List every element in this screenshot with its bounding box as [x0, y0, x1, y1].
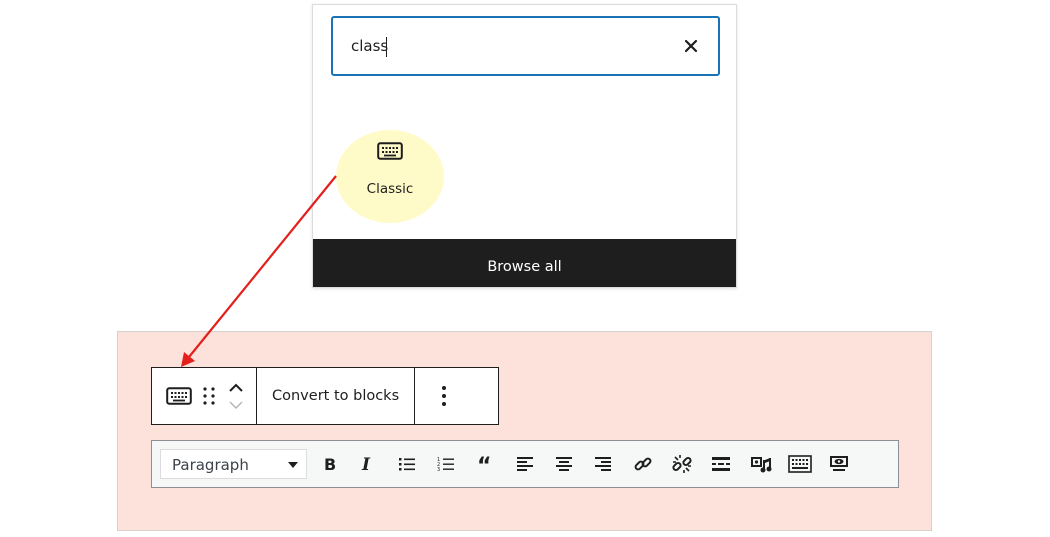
- block-type-button[interactable]: [166, 387, 192, 405]
- link-icon: [634, 457, 652, 471]
- block-options-button[interactable]: [441, 385, 447, 407]
- align-right-icon: [595, 457, 611, 471]
- italic-icon: I: [361, 455, 371, 473]
- move-up-button[interactable]: [228, 382, 244, 394]
- keyboard-icon: [166, 387, 192, 405]
- align-right-button[interactable]: [590, 451, 616, 477]
- block-item-classic[interactable]: Classic: [346, 130, 434, 223]
- block-movers: [226, 368, 246, 424]
- chevron-down-icon: [229, 401, 243, 409]
- align-center-icon: [556, 457, 572, 471]
- block-toolbar: Convert to blocks: [151, 367, 499, 425]
- align-center-button[interactable]: [551, 451, 577, 477]
- add-media-icon: [751, 457, 772, 473]
- bold-icon: B: [324, 455, 336, 473]
- block-switcher-group: [152, 368, 257, 424]
- close-icon: [684, 39, 698, 53]
- svg-text:3: 3: [437, 467, 440, 472]
- toolbar-toggle-button[interactable]: [787, 451, 813, 477]
- format-select[interactable]: Paragraph: [160, 449, 307, 479]
- bulleted-list-button[interactable]: [394, 451, 420, 477]
- blockquote-button[interactable]: “: [473, 451, 499, 477]
- format-select-value: Paragraph: [172, 456, 249, 474]
- classic-editor-toolbar: Paragraph B I 1 2 3 “: [151, 440, 899, 488]
- svg-text:“: “: [477, 456, 491, 472]
- svg-text:B: B: [324, 455, 336, 473]
- search-input[interactable]: [351, 34, 651, 58]
- quote-icon: “: [477, 456, 491, 472]
- read-more-icon: [712, 457, 730, 471]
- more-vertical-icon: [442, 386, 447, 406]
- keyboard-icon: [377, 142, 403, 165]
- chevron-up-icon: [229, 383, 243, 392]
- numbered-list-icon: 1 2 3: [437, 457, 454, 472]
- numbered-list-button[interactable]: 1 2 3: [433, 451, 459, 477]
- search-field[interactable]: [331, 16, 720, 76]
- preview-button[interactable]: [826, 451, 852, 477]
- bold-button[interactable]: B: [317, 451, 343, 477]
- options-group: [415, 368, 473, 424]
- convert-to-blocks-button[interactable]: Convert to blocks: [257, 388, 414, 404]
- text-caret: [386, 37, 387, 57]
- drag-handle-icon: [203, 387, 215, 405]
- remove-link-button[interactable]: [669, 451, 695, 477]
- drag-handle[interactable]: [202, 386, 216, 406]
- bulleted-list-icon: [399, 458, 415, 471]
- add-media-button[interactable]: [748, 451, 774, 477]
- block-inserter-popover: Classic Browse all: [312, 4, 737, 288]
- convert-group: Convert to blocks: [257, 368, 416, 424]
- align-left-icon: [517, 457, 533, 471]
- preview-icon: [830, 456, 848, 471]
- svg-text:I: I: [361, 455, 371, 473]
- read-more-button[interactable]: [708, 451, 734, 477]
- clear-search-button[interactable]: [680, 35, 702, 57]
- editor-canvas: Convert to blocks Paragraph B I 1 2 3 “: [117, 331, 932, 531]
- move-down-button[interactable]: [228, 400, 244, 410]
- unlink-icon: [672, 455, 692, 473]
- caret-down-icon: [288, 462, 298, 468]
- browse-all-button[interactable]: Browse all: [313, 239, 736, 287]
- insert-link-button[interactable]: [630, 451, 656, 477]
- align-left-button[interactable]: [512, 451, 538, 477]
- italic-button[interactable]: I: [355, 451, 381, 477]
- keyboard-icon: [788, 455, 812, 473]
- block-item-label: Classic: [366, 181, 414, 197]
